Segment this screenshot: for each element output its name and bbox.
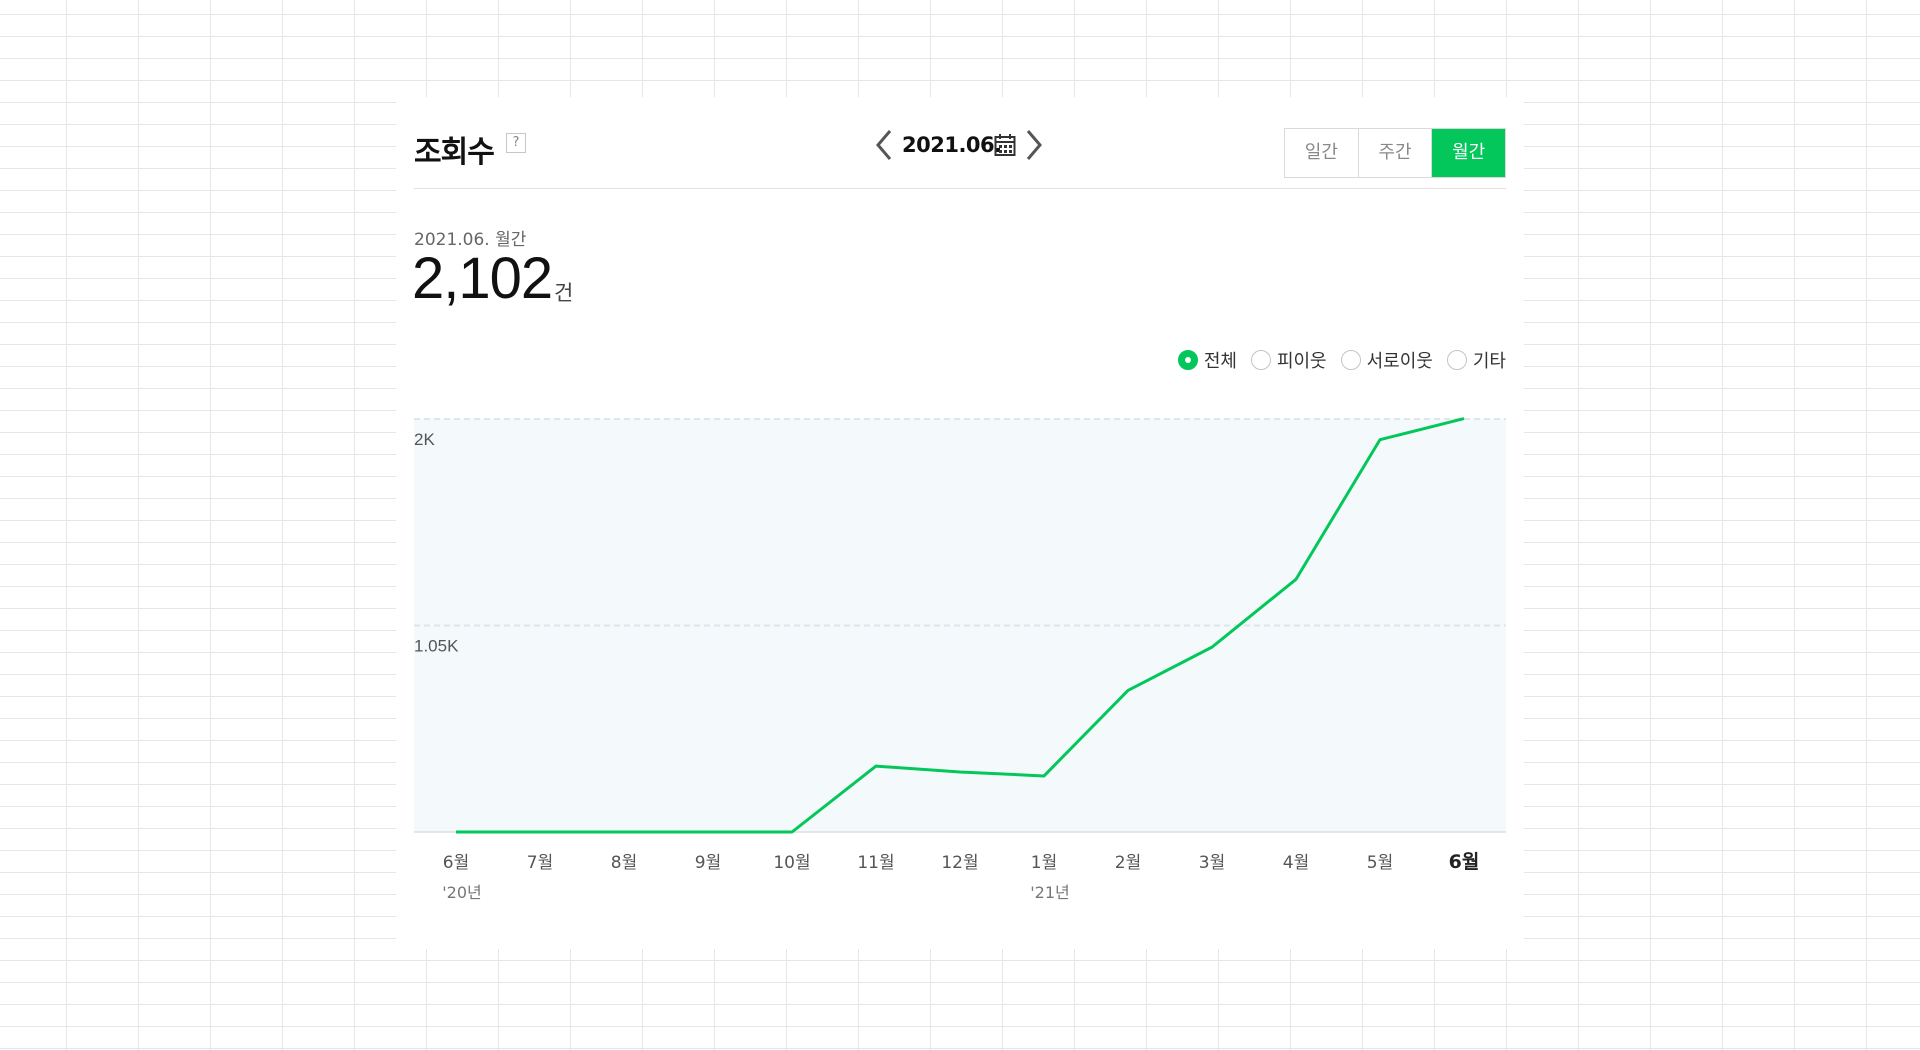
calendar-icon[interactable] [994, 133, 1016, 157]
y-tick-label: 2K [414, 430, 435, 449]
tab-daily[interactable]: 일간 [1285, 129, 1359, 177]
filter-all-label: 전체 [1203, 351, 1237, 372]
x-tick-label: 8월 [611, 853, 637, 873]
card-header: 조회수 ? 2021.06. 일간 주간 월간 [414, 97, 1506, 189]
views-line-chart: 1.05K 2K 6월 7월 8월 9월 10월 11월 12월 1월 2월 3월 4월 5월 6월 '20년… [414, 417, 1506, 902]
tab-weekly[interactable]: 주간 [1358, 129, 1433, 177]
x-tick-label: 11월 [857, 853, 894, 873]
x-tick-label: 4월 [1283, 853, 1309, 873]
filter-mutual-neighbor-label: 서로이웃 [1366, 351, 1433, 372]
filter-all[interactable]: 전체 [1177, 347, 1237, 373]
help-icon[interactable]: ? [506, 133, 526, 153]
x-tick-label: 5월 [1367, 853, 1393, 873]
x-year-label: '21년 [1030, 883, 1069, 902]
filter-group: 전체 피이웃 서로이웃 기타 [1177, 347, 1506, 373]
x-tick-label: 1월 [1031, 853, 1057, 873]
filter-mutual-neighbor[interactable]: 서로이웃 [1340, 347, 1433, 373]
x-tick-label: 7월 [527, 853, 553, 873]
period-tabs: 일간 주간 월간 [1284, 128, 1506, 178]
chevron-right-icon[interactable] [1022, 125, 1046, 165]
radio-all[interactable] [1177, 350, 1198, 370]
x-tick-label: 10월 [773, 853, 810, 873]
date-navigator: 2021.06. [872, 125, 1052, 165]
filter-neighbor-label: 피이웃 [1276, 351, 1327, 372]
x-year-label: '20년 [442, 883, 481, 902]
page-title: 조회수 [414, 135, 495, 170]
x-tick-label: 6월 [443, 853, 469, 873]
tab-monthly[interactable]: 월간 [1432, 129, 1506, 177]
y-tick-label: 1.05K [414, 637, 459, 656]
radio-neighbor[interactable] [1250, 350, 1271, 370]
x-tick-label: 9월 [695, 853, 721, 873]
x-tick-label: 3월 [1199, 853, 1225, 873]
filter-other[interactable]: 기타 [1446, 347, 1506, 373]
filter-other-label: 기타 [1472, 351, 1506, 372]
radio-mutual-neighbor[interactable] [1340, 350, 1361, 370]
total-unit: 건 [554, 281, 574, 305]
x-tick-label: 12월 [941, 853, 978, 873]
chevron-left-icon[interactable] [872, 125, 896, 165]
views-card: 조회수 ? 2021.06. 일간 주간 월간 2021.06. 월간 2,10… [396, 97, 1524, 949]
current-date: 2021.06. [902, 133, 1002, 157]
x-tick-label: 6월 [1449, 851, 1480, 873]
radio-other[interactable] [1446, 350, 1467, 370]
filter-neighbor[interactable]: 피이웃 [1250, 347, 1327, 373]
total-views: 2,102 [412, 246, 553, 311]
x-tick-label: 2월 [1115, 853, 1141, 873]
